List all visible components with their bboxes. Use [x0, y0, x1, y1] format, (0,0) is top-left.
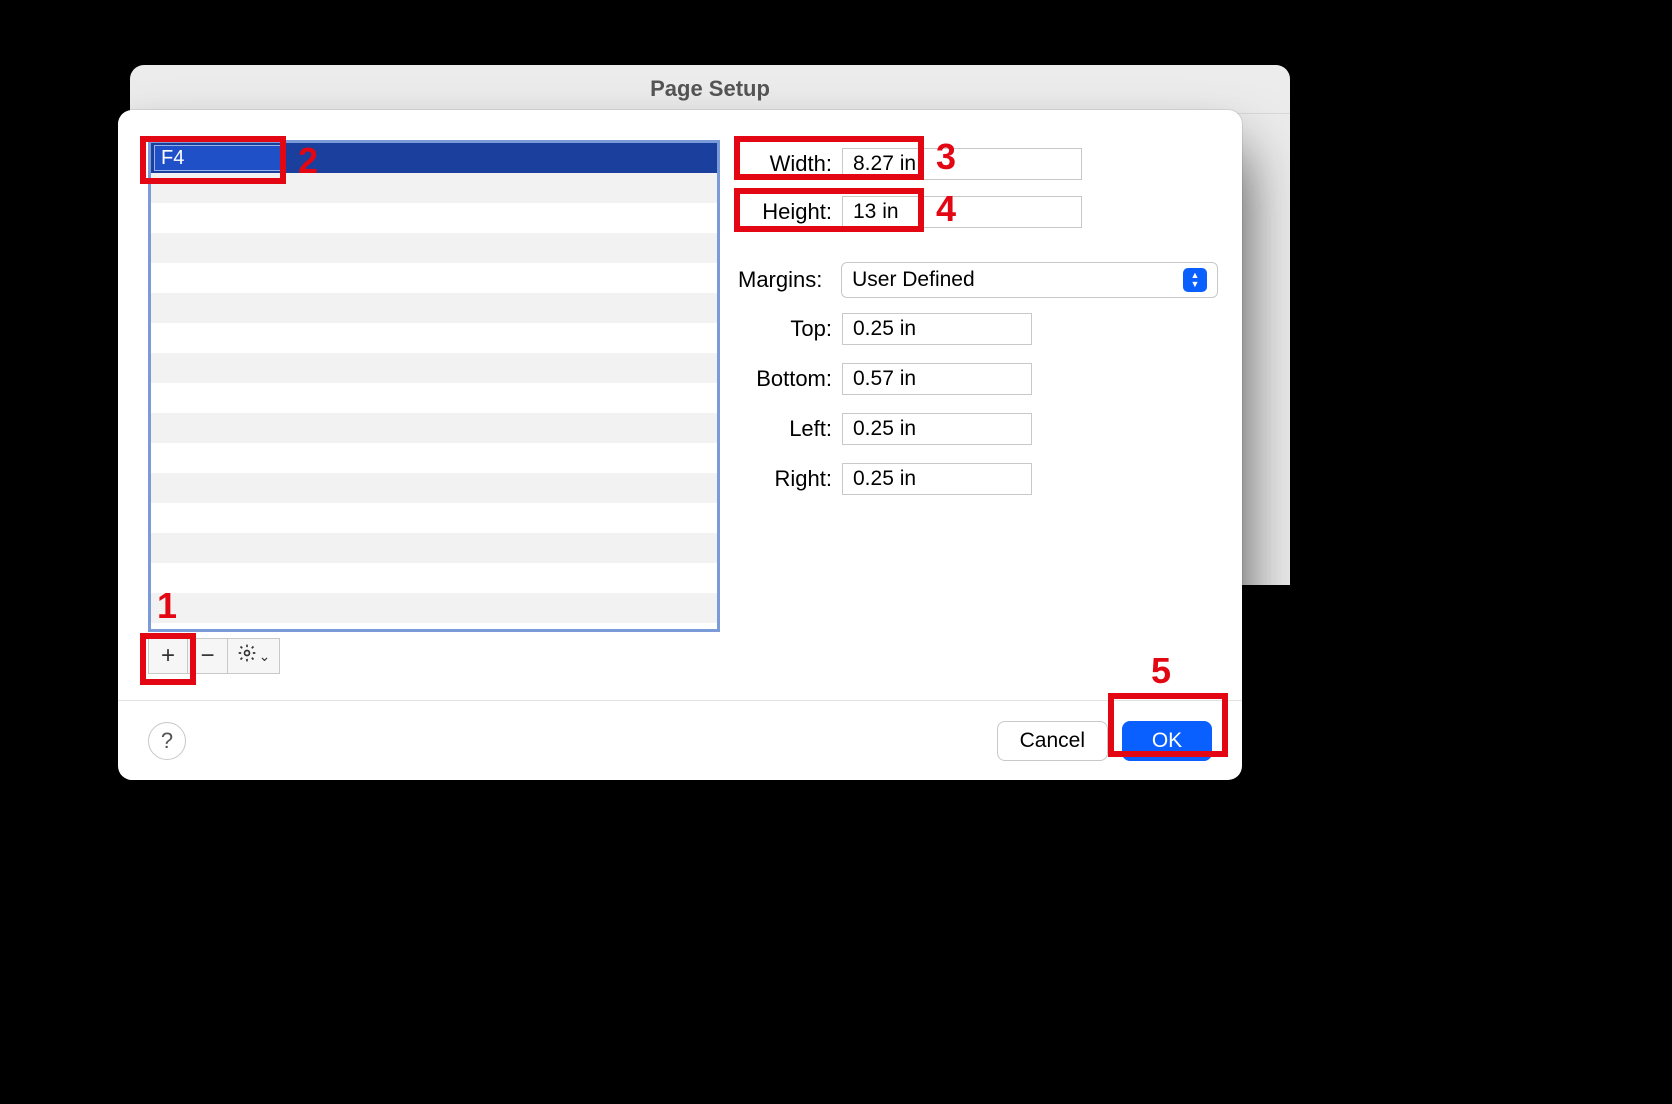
height-row: Height: — [738, 188, 1218, 236]
margin-bottom-input[interactable] — [842, 363, 1032, 395]
margins-row: Margins: User Defined ▲▼ — [738, 256, 1218, 304]
list-item[interactable] — [151, 563, 717, 593]
list-item[interactable] — [151, 143, 717, 173]
list-item[interactable] — [151, 173, 717, 203]
paper-size-list[interactable] — [148, 140, 720, 632]
help-button[interactable]: ? — [148, 722, 186, 760]
list-item[interactable] — [151, 593, 717, 623]
list-item[interactable] — [151, 383, 717, 413]
updown-arrows-icon: ▲▼ — [1183, 268, 1207, 292]
margin-bottom-row: Bottom: — [738, 354, 1218, 404]
list-item[interactable] — [151, 443, 717, 473]
sheet-content: + − ⌄ Width: Height: — [148, 140, 1212, 780]
list-item[interactable] — [151, 473, 717, 503]
margin-top-input[interactable] — [842, 313, 1032, 345]
page-setup-sheet: + − ⌄ Width: Height: — [118, 110, 1242, 780]
list-item[interactable] — [151, 533, 717, 563]
paper-name-input[interactable] — [155, 146, 281, 170]
gear-icon — [237, 642, 257, 670]
list-item[interactable] — [151, 503, 717, 533]
window-title: Page Setup — [130, 65, 1290, 114]
sheet-footer: ? Cancel OK — [118, 700, 1242, 780]
height-input[interactable] — [842, 196, 1082, 228]
margin-left-row: Left: — [738, 404, 1218, 454]
margin-bottom-label: Bottom: — [738, 366, 842, 392]
list-item[interactable] — [151, 323, 717, 353]
list-item[interactable] — [151, 203, 717, 233]
paper-actions-menu[interactable]: ⌄ — [228, 638, 280, 674]
list-item[interactable] — [151, 293, 717, 323]
margins-label: Margins: — [738, 267, 831, 293]
plus-icon: + — [161, 642, 175, 670]
list-item[interactable] — [151, 413, 717, 443]
margin-left-input[interactable] — [842, 413, 1032, 445]
remove-paper-button[interactable]: − — [188, 638, 228, 674]
list-item[interactable] — [151, 263, 717, 293]
question-mark-icon: ? — [161, 728, 173, 754]
margins-preset-value: User Defined — [852, 268, 975, 292]
list-item[interactable] — [151, 353, 717, 383]
add-paper-button[interactable]: + — [148, 638, 188, 674]
height-label: Height: — [738, 199, 842, 225]
minus-icon: − — [200, 642, 214, 670]
width-input[interactable] — [842, 148, 1082, 180]
width-label: Width: — [738, 151, 842, 177]
list-toolbar: + − ⌄ — [148, 638, 280, 674]
list-item[interactable] — [151, 233, 717, 263]
margin-right-row: Right: — [738, 454, 1218, 504]
margin-left-label: Left: — [738, 416, 842, 442]
margin-right-label: Right: — [738, 466, 842, 492]
width-row: Width: — [738, 140, 1218, 188]
margins-preset-select[interactable]: User Defined ▲▼ — [841, 262, 1218, 298]
cancel-button[interactable]: Cancel — [997, 721, 1108, 761]
fields-panel: Width: Height: Margins: User Defined ▲▼ — [738, 140, 1218, 504]
margin-top-label: Top: — [738, 316, 842, 342]
margin-right-input[interactable] — [842, 463, 1032, 495]
margin-top-row: Top: — [738, 304, 1218, 354]
chevron-down-icon: ⌄ — [259, 648, 271, 665]
ok-button[interactable]: OK — [1122, 721, 1212, 761]
